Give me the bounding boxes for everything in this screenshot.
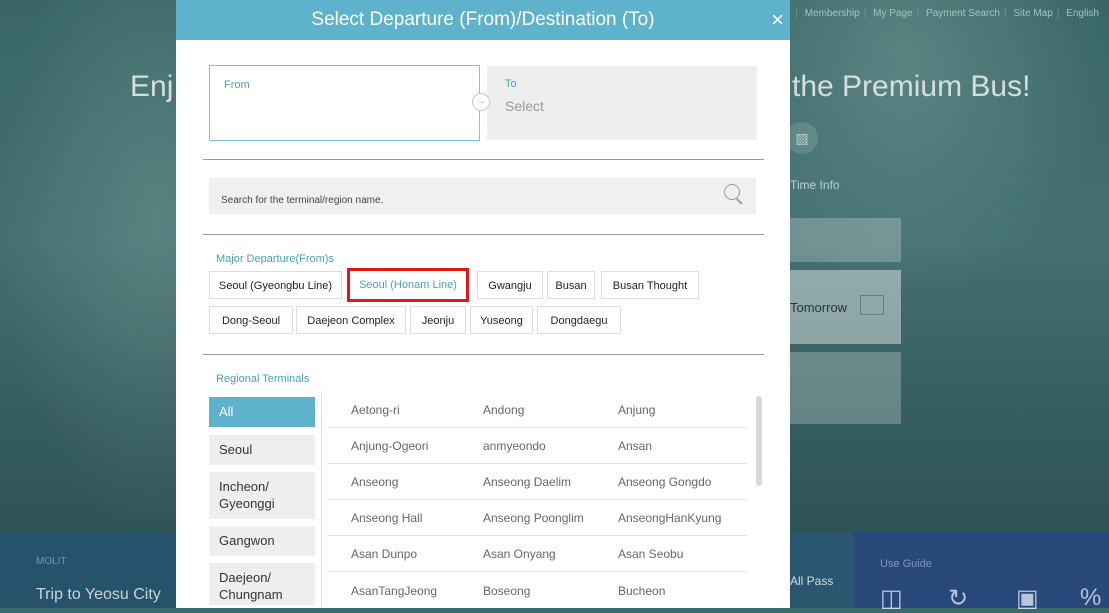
select-terminal-modal: Select Departure (From)/Destination (To)… — [176, 0, 790, 608]
major-terminal-chip[interactable]: Jeonju — [410, 306, 466, 334]
major-terminal-chip[interactable]: Busan — [547, 271, 595, 299]
terminal-item[interactable]: Asan Seobu — [618, 547, 683, 561]
from-field[interactable]: From — [209, 65, 480, 141]
regional-terminals-title: Regional Terminals — [216, 373, 310, 385]
arrow-right-icon: → — [472, 93, 490, 111]
row-divider — [328, 535, 747, 536]
major-terminal-chip[interactable]: Dong-Seoul — [209, 306, 293, 334]
divider — [203, 159, 764, 160]
major-terminal-chip-selected[interactable]: Seoul (Honam Line) — [347, 268, 469, 302]
to-field[interactable]: To Select — [487, 66, 757, 140]
modal-title: Select Departure (From)/Destination (To) — [311, 9, 655, 30]
terminal-item[interactable]: Boseong — [483, 584, 530, 598]
divider — [203, 234, 764, 235]
major-terminal-chip[interactable]: Daejeon Complex — [296, 306, 406, 334]
region-tab-seoul[interactable]: Seoul — [209, 435, 315, 465]
terminal-item[interactable]: Asan Dunpo — [351, 547, 417, 561]
search-placeholder: Search for the terminal/region name. — [221, 195, 384, 206]
terminal-item[interactable]: Asan Onyang — [483, 547, 556, 561]
major-terminal-chip[interactable]: Seoul (Gyeongbu Line) — [209, 271, 342, 299]
terminal-item[interactable]: Aetong-ri — [351, 403, 400, 417]
terminal-item[interactable]: Andong — [483, 403, 524, 417]
row-divider — [328, 427, 747, 428]
terminal-item[interactable]: AsanTangJeong — [351, 584, 437, 598]
divider — [203, 354, 764, 355]
terminal-item[interactable]: Anjung-Ogeori — [351, 439, 428, 453]
major-terminal-chip[interactable]: Yuseong — [470, 306, 533, 334]
major-terminal-chip[interactable]: Gwangju — [477, 271, 543, 299]
terminal-list-scrollbar[interactable] — [756, 396, 762, 486]
terminal-item[interactable]: Anseong Hall — [351, 511, 422, 525]
region-divider — [321, 391, 322, 608]
row-divider — [328, 499, 747, 500]
close-icon[interactable]: × — [771, 0, 784, 40]
terminal-item[interactable]: Anjung — [618, 403, 655, 417]
terminal-search-input[interactable]: Search for the terminal/region name. — [209, 178, 756, 214]
terminal-item[interactable]: Anseong — [351, 475, 398, 489]
terminal-item[interactable]: Anseong Poonglim — [483, 511, 584, 525]
from-label: From — [224, 79, 250, 91]
region-tab-all[interactable]: All — [209, 397, 315, 427]
region-tab-daejeon-chungnam[interactable]: Daejeon/ Chungnam — [209, 563, 315, 605]
terminal-item[interactable]: AnseongHanKyung — [618, 511, 721, 525]
major-departures-title: Major Departure(From)s — [216, 253, 334, 265]
terminal-item[interactable]: Anseong Gongdo — [618, 475, 711, 489]
from-to-selector: From To Select → — [209, 65, 757, 141]
major-terminal-chip[interactable]: Dongdaegu — [537, 306, 621, 334]
row-divider — [328, 463, 747, 464]
region-tab-incheon-gyeonggi[interactable]: Incheon/ Gyeonggi — [209, 472, 315, 519]
to-label: To — [505, 78, 517, 90]
search-icon[interactable] — [724, 184, 740, 200]
modal-header: Select Departure (From)/Destination (To)… — [176, 0, 790, 40]
terminal-item[interactable]: Bucheon — [618, 584, 665, 598]
major-terminal-chip[interactable]: Busan Thought — [601, 271, 699, 299]
terminal-item[interactable]: Anseong Daelim — [483, 475, 571, 489]
terminal-item[interactable]: Ansan — [618, 439, 652, 453]
to-value: Select — [505, 98, 544, 114]
terminal-item[interactable]: anmyeondo — [483, 439, 546, 453]
region-tab-gangwon[interactable]: Gangwon — [209, 526, 315, 556]
row-divider — [328, 571, 747, 572]
